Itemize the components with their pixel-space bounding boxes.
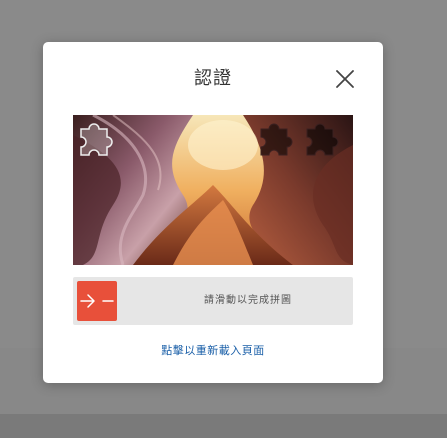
slider-handle[interactable] <box>77 281 117 321</box>
puzzle-hole-icon <box>306 123 339 156</box>
close-icon <box>336 70 354 88</box>
captcha-image <box>73 115 353 265</box>
puzzle-hole-icon <box>260 123 293 156</box>
slider-hint-text: 請滑動以完成拼圖 <box>204 295 292 306</box>
reload-page-link[interactable]: 點擊以重新載入頁面 <box>43 342 383 358</box>
page-background-footer <box>0 414 447 438</box>
canyon-image <box>73 115 353 265</box>
arrow-right-icon <box>80 294 114 308</box>
close-button[interactable] <box>333 67 357 91</box>
verification-dialog: 認證 請滑動以完成拼圖 點擊以重新載入頁面 <box>43 42 383 383</box>
dialog-title: 認證 <box>194 68 232 89</box>
puzzle-piece-icon <box>80 123 113 156</box>
captcha-slider-track[interactable]: 請滑動以完成拼圖 <box>73 277 353 325</box>
